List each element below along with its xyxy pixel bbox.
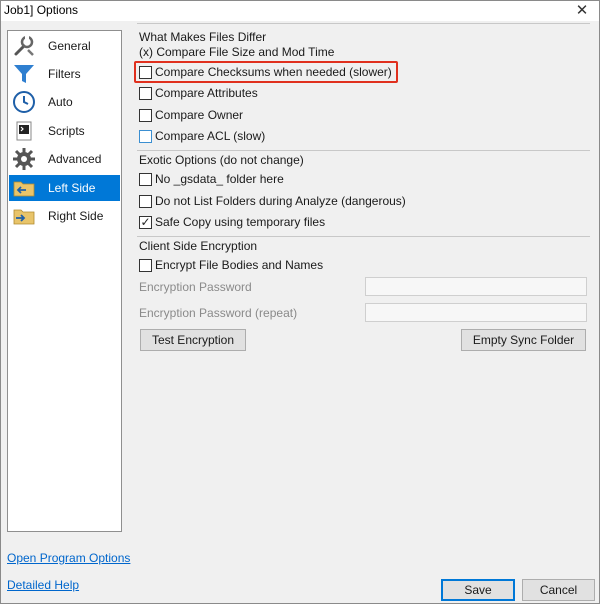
options-window: Job1] Options ✕ General Filters Auto Scr… — [0, 0, 600, 604]
sidebar-item-label: Filters — [48, 67, 81, 81]
group-title-encryption: Client Side Encryption — [139, 239, 258, 253]
sidebar-item-auto[interactable]: Auto — [9, 89, 120, 115]
folder-right-icon — [13, 209, 35, 225]
checkbox-label: Compare ACL (slow) — [155, 129, 266, 143]
options-panel: What Makes Files Differ (x) Compare File… — [131, 23, 595, 363]
group-divider — [137, 236, 590, 237]
checkbox-box[interactable] — [139, 66, 152, 79]
sidebar-item-advanced[interactable]: Advanced — [9, 146, 120, 172]
checkbox-box[interactable] — [139, 130, 152, 143]
sidebar-item-general[interactable]: General — [9, 33, 120, 59]
folder-left-icon — [13, 181, 35, 197]
funnel-icon — [14, 65, 34, 83]
password-repeat-field[interactable] — [365, 303, 587, 322]
test-encryption-button[interactable]: Test Encryption — [140, 329, 246, 351]
size-time-text: (x) Compare File Size and Mod Time — [139, 45, 335, 59]
password-repeat-label: Encryption Password (repeat) — [139, 306, 298, 320]
clock-icon — [13, 91, 35, 113]
sidebar-item-label: Right Side — [48, 209, 104, 223]
sidebar-item-label: General — [48, 39, 91, 53]
open-program-options-link[interactable]: Open Program Options — [7, 551, 130, 565]
title-bar: Job1] Options ✕ — [1, 1, 599, 21]
checkbox-label: Do not List Folders during Analyze (dang… — [155, 194, 406, 208]
cancel-button[interactable]: Cancel — [522, 579, 595, 601]
checkbox-box[interactable]: ✓ — [139, 215, 152, 229]
sidebar-item-scripts[interactable]: Scripts — [9, 118, 120, 144]
checkbox-label: No _gsdata_ folder here — [155, 172, 284, 186]
checkbox-box[interactable] — [139, 87, 152, 100]
group-title-exotic: Exotic Options (do not change) — [139, 153, 304, 167]
sidebar-item-label: Left Side — [48, 181, 96, 195]
sidebar-item-label: Scripts — [48, 124, 85, 138]
checkmark-icon: ✓ — [140, 215, 151, 229]
script-icon — [16, 121, 32, 141]
window-title: Job1] Options — [4, 3, 79, 17]
group-title-differ: What Makes Files Differ — [139, 30, 267, 44]
sidebar-item-right-side[interactable]: Right Side — [9, 203, 120, 229]
gear-icon — [13, 148, 35, 170]
password-field[interactable] — [365, 277, 587, 296]
checkbox-label: Encrypt File Bodies and Names — [155, 258, 324, 272]
save-button[interactable]: Save — [441, 579, 515, 601]
group-divider — [137, 150, 590, 151]
sidebar-item-left-side[interactable]: Left Side — [9, 175, 120, 201]
checkbox-box[interactable] — [139, 109, 152, 122]
checkbox-label: Compare Attributes — [155, 86, 258, 100]
sidebar-item-label: Auto — [48, 95, 73, 109]
checkbox-label: Compare Checksums when needed (slower) — [155, 65, 392, 79]
group-divider — [137, 23, 590, 24]
checkbox-box[interactable] — [139, 173, 152, 186]
sidebar: General Filters Auto Scripts Advanced Le… — [7, 30, 122, 532]
detailed-help-link[interactable]: Detailed Help — [7, 578, 79, 592]
password-label: Encryption Password — [139, 280, 252, 294]
empty-sync-folder-button[interactable]: Empty Sync Folder — [461, 329, 586, 351]
checkbox-label: Safe Copy using temporary files — [155, 215, 326, 229]
checkbox-box[interactable] — [139, 195, 152, 208]
wrench-icon — [14, 35, 34, 56]
checkbox-label: Compare Owner — [155, 108, 244, 122]
sidebar-item-label: Advanced — [48, 152, 102, 166]
checkbox-box[interactable] — [139, 259, 152, 272]
sidebar-item-filters[interactable]: Filters — [9, 61, 120, 87]
close-icon[interactable]: ✕ — [573, 1, 591, 19]
